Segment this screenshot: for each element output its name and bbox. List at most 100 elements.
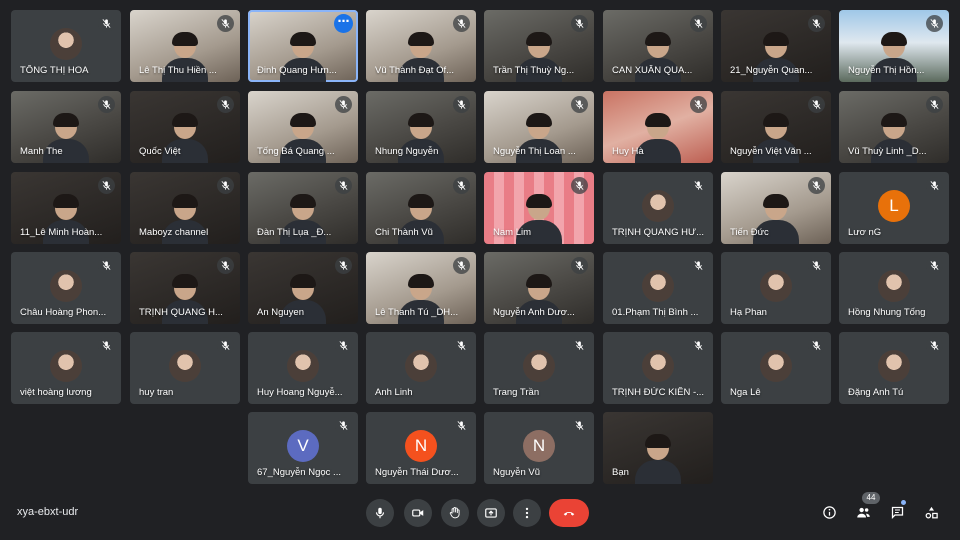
more-options-button[interactable] bbox=[513, 499, 541, 527]
participant-tile[interactable]: 11_Lê Minh Hoàn... bbox=[11, 172, 121, 244]
camera-button[interactable] bbox=[404, 499, 432, 527]
mic-off-icon bbox=[808, 257, 825, 274]
participant-tile[interactable]: 21_Nguyễn Quan... bbox=[721, 10, 831, 82]
participant-tile[interactable]: An Nguyen bbox=[248, 252, 358, 324]
mic-off-icon bbox=[808, 177, 825, 194]
participant-name: Vũ Thành Đạt Of... bbox=[375, 65, 455, 76]
participant-name: Nhung Nguyễn bbox=[375, 146, 439, 157]
participant-name: Anh Linh bbox=[375, 387, 413, 398]
mic-off-icon bbox=[217, 15, 234, 32]
participant-tile[interactable]: TRỊNH QUANG H... bbox=[130, 252, 240, 324]
participant-tile-self[interactable]: Bạn bbox=[603, 412, 713, 484]
participant-name: Vũ Thuỳ Linh _D... bbox=[848, 146, 927, 157]
participant-name: Lê Thanh Tú _DH... bbox=[375, 307, 459, 318]
participant-tile[interactable]: TỐNG THỊ HOA bbox=[11, 10, 121, 82]
participant-tile[interactable]: V 67_Nguyễn Ngọc ... bbox=[248, 412, 358, 484]
participant-tile[interactable]: Hồng Nhung Tống bbox=[839, 252, 949, 324]
mic-off-icon bbox=[335, 96, 352, 113]
participant-tile[interactable]: Nhung Nguyễn bbox=[366, 91, 476, 163]
avatar bbox=[642, 270, 674, 302]
mic-off-icon bbox=[926, 337, 943, 354]
participant-tile[interactable]: Quốc Việt bbox=[130, 91, 240, 163]
more-options-icon bbox=[525, 507, 529, 519]
participant-tile[interactable]: N Nguyễn Vũ bbox=[484, 412, 594, 484]
participant-tile[interactable]: Trần Thị Thuỳ Ng... bbox=[484, 10, 594, 82]
participant-tile[interactable]: Vũ Thuỳ Linh _D... bbox=[839, 91, 949, 163]
avatar: L bbox=[878, 190, 910, 222]
participant-tile[interactable]: N Nguyễn Thái Dươ... bbox=[366, 412, 476, 484]
participant-tile[interactable]: việt hoàng lương bbox=[11, 332, 121, 404]
avatar: N bbox=[405, 430, 437, 462]
participant-tile[interactable]: Manh The bbox=[11, 91, 121, 163]
participant-tile[interactable]: Huy Hoang Nguyễ... bbox=[248, 332, 358, 404]
participant-tile[interactable]: Maboyz channel bbox=[130, 172, 240, 244]
participant-tile[interactable]: Nguyễn Thị Hồn... bbox=[839, 10, 949, 82]
mic-off-icon bbox=[98, 15, 115, 32]
chat-button[interactable] bbox=[887, 502, 907, 522]
info-icon bbox=[822, 505, 836, 519]
participant-name: Maboyz channel bbox=[139, 227, 209, 238]
avatar bbox=[405, 350, 437, 382]
participant-name: việt hoàng lương bbox=[20, 387, 92, 398]
participant-tile[interactable]: Đặng Anh Tú bbox=[839, 332, 949, 404]
mic-off-icon bbox=[453, 337, 470, 354]
participant-tile[interactable]: Đàn Thị Lụa _Đ... bbox=[248, 172, 358, 244]
participant-name: Chi Thành Vũ bbox=[375, 227, 433, 238]
mic-off-icon bbox=[690, 257, 707, 274]
participant-name: Đinh Quang Hưn... bbox=[257, 65, 337, 76]
participant-name: Huy Hà bbox=[612, 146, 644, 157]
participant-tile[interactable]: CAN XUÂN QUA... bbox=[603, 10, 713, 82]
participant-tile[interactable]: L Lươ nG bbox=[839, 172, 949, 244]
participant-name: Trần Thị Thuỳ Ng... bbox=[493, 65, 575, 76]
participant-tile[interactable]: Huy Hà bbox=[603, 91, 713, 163]
tile-more-options-icon[interactable]: ⋯ bbox=[334, 14, 353, 33]
mic-off-icon bbox=[98, 257, 115, 274]
raise-hand-button[interactable] bbox=[441, 499, 469, 527]
participant-tile[interactable]: Tiến Đức bbox=[721, 172, 831, 244]
hang-up-button[interactable] bbox=[549, 499, 589, 527]
mic-off-icon bbox=[98, 96, 115, 113]
participant-tile[interactable]: Vũ Thành Đạt Of... bbox=[366, 10, 476, 82]
participant-tile[interactable]: Anh Linh bbox=[366, 332, 476, 404]
participant-name: Hồng Nhung Tống bbox=[848, 307, 926, 318]
participant-tile[interactable]: TRỊNH ĐỨC KIÊN -... bbox=[603, 332, 713, 404]
present-screen-button[interactable] bbox=[477, 499, 505, 527]
people-button[interactable] bbox=[853, 502, 873, 522]
avatar: V bbox=[287, 430, 319, 462]
participant-tile[interactable]: Nga Lê bbox=[721, 332, 831, 404]
participant-tile[interactable]: Hạ Phan bbox=[721, 252, 831, 324]
avatar bbox=[169, 350, 201, 382]
participant-name: Tống Bá Quang ... bbox=[257, 146, 335, 157]
participant-tile[interactable]: huy tran bbox=[130, 332, 240, 404]
participant-tile[interactable]: Nam Lim bbox=[484, 172, 594, 244]
participant-tile[interactable]: Lê Thị Thu Hiền ... bbox=[130, 10, 240, 82]
participant-name: Hạ Phan bbox=[730, 307, 767, 318]
mic-off-icon bbox=[335, 177, 352, 194]
participant-tile[interactable]: Tống Bá Quang ... bbox=[248, 91, 358, 163]
activities-button[interactable] bbox=[921, 502, 941, 522]
avatar bbox=[760, 270, 792, 302]
participant-tile[interactable]: 01.Phạm Thị Bình ... bbox=[603, 252, 713, 324]
activities-icon bbox=[925, 506, 938, 518]
participant-tile[interactable]: Nguyễn Anh Dươ... bbox=[484, 252, 594, 324]
participant-tile[interactable]: TRỊNH QUANG HƯ... bbox=[603, 172, 713, 244]
participant-tile[interactable]: Lê Thanh Tú _DH... bbox=[366, 252, 476, 324]
mic-off-icon bbox=[808, 15, 825, 32]
participant-tile[interactable]: Nguyễn Việt Văn ... bbox=[721, 91, 831, 163]
participant-grid: TỐNG THỊ HOA Lê Thị Thu Hiền ... ⋯ Đinh Qua… bbox=[0, 0, 960, 490]
participant-tile[interactable]: Chi Thành Vũ bbox=[366, 172, 476, 244]
participant-tile[interactable]: ⋯ Đinh Quang Hưn... bbox=[248, 10, 358, 82]
participant-tile[interactable]: Châu Hoàng Phon... bbox=[11, 252, 121, 324]
participant-name: Nga Lê bbox=[730, 387, 761, 398]
avatar bbox=[760, 350, 792, 382]
mic-off-icon bbox=[690, 96, 707, 113]
participant-name: huy tran bbox=[139, 387, 174, 398]
mic-off-icon bbox=[571, 177, 588, 194]
meeting-info-button[interactable] bbox=[819, 502, 839, 522]
microphone-button[interactable] bbox=[366, 499, 394, 527]
participant-name: 01.Phạm Thị Bình ... bbox=[612, 307, 699, 318]
mic-off-icon bbox=[217, 96, 234, 113]
mic-off-icon bbox=[571, 337, 588, 354]
participant-tile[interactable]: Trang Trần bbox=[484, 332, 594, 404]
participant-tile[interactable]: Nguyễn Thị Loan ... bbox=[484, 91, 594, 163]
